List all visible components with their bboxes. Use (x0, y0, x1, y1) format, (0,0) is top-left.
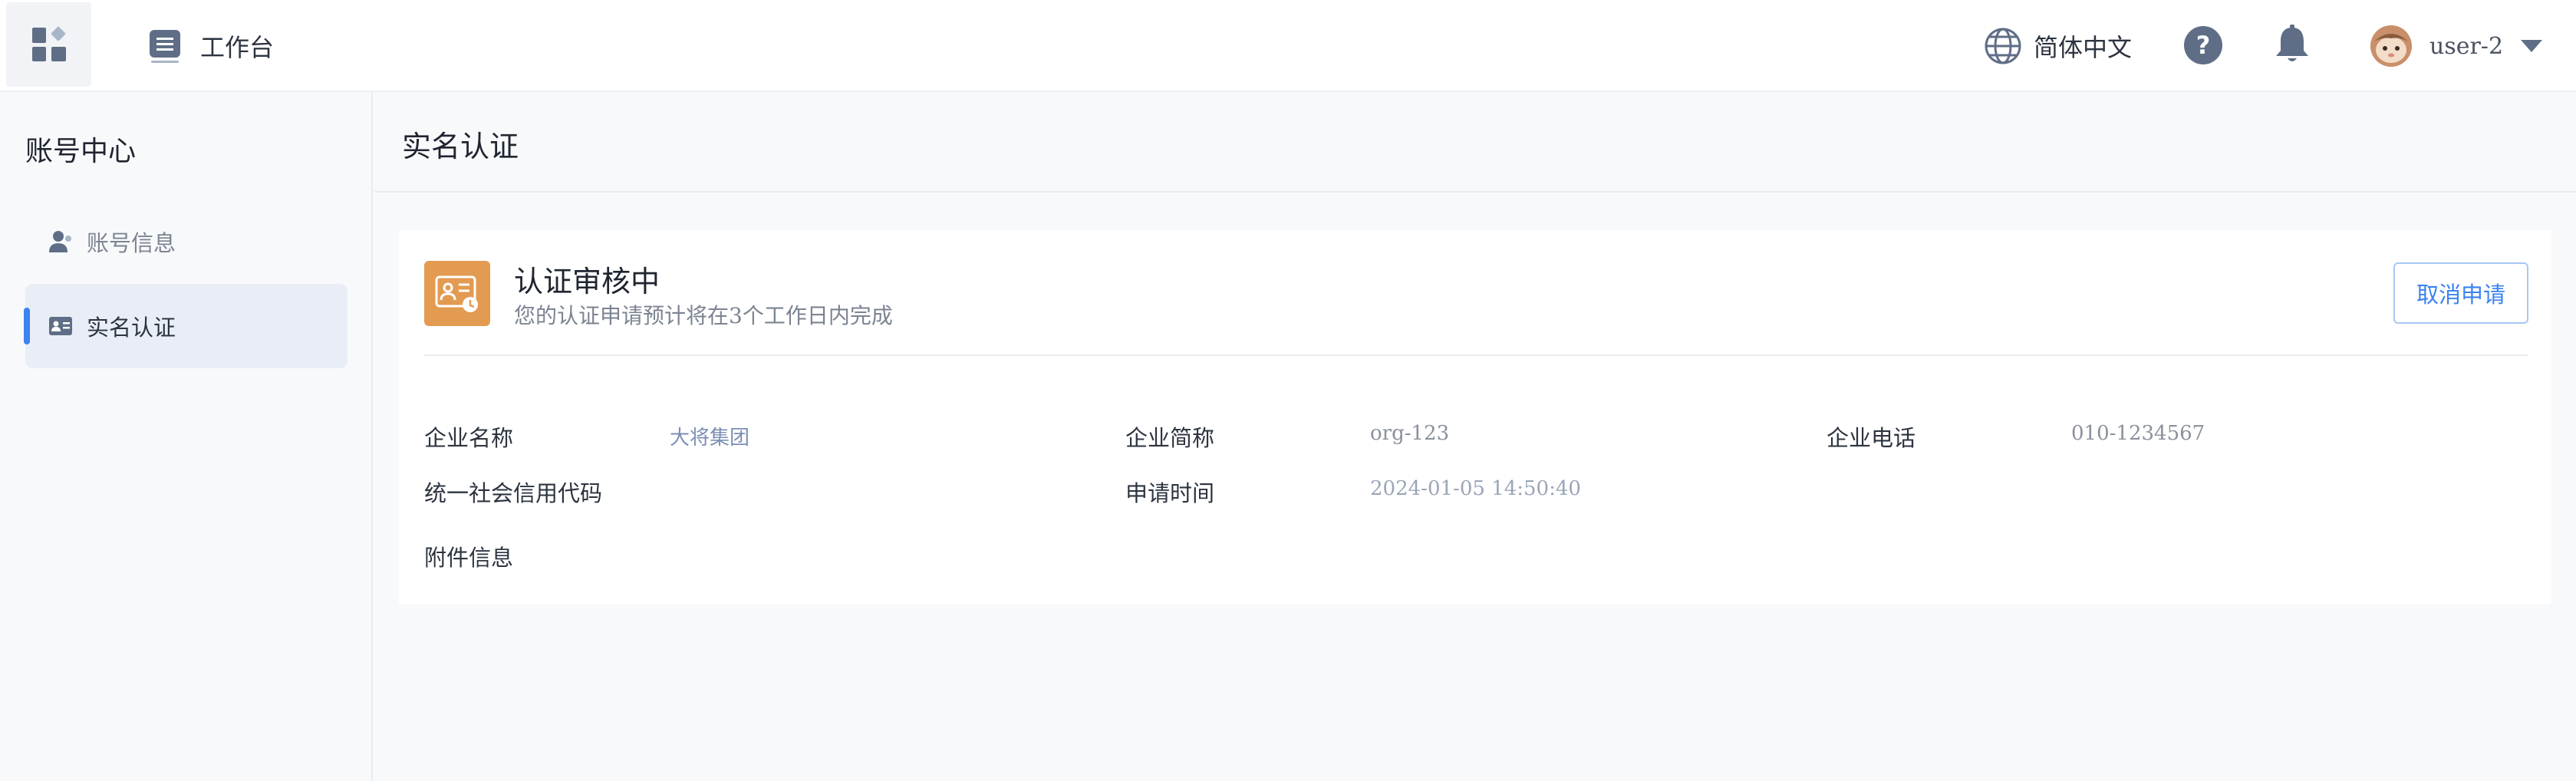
user-menu[interactable]: user-2 (2370, 23, 2543, 69)
user-name: user-2 (2429, 32, 2504, 60)
company-short-name-value: org-123 (1370, 422, 1450, 445)
sidebar-item-account-info[interactable]: 账号信息 (25, 199, 348, 284)
apply-time-label: 申请时间 (1125, 480, 1215, 506)
workbench-nav[interactable]: 工作台 (148, 23, 274, 69)
question-circle-icon: ? (2184, 26, 2222, 64)
top-header: 工作台 简体中文 ? user-2 (0, 0, 2576, 92)
company-phone-value: 010-1234567 (2071, 422, 2205, 445)
page-title: 实名认证 (402, 130, 519, 163)
sidebar-item-label: 实名认证 (87, 315, 176, 341)
id-card-icon (49, 317, 72, 335)
app-menu-button[interactable] (6, 2, 91, 87)
document-icon (150, 30, 180, 63)
notifications-button[interactable] (2273, 23, 2311, 68)
sidebar-item-label: 账号信息 (87, 230, 176, 256)
status-description: 您的认证申请预计将在3个工作日内完成 (514, 303, 893, 328)
divider (374, 191, 2576, 193)
cancel-application-button[interactable]: 取消申请 (2393, 262, 2528, 324)
company-name-value: 大将集团 (670, 427, 750, 450)
globe-icon (1985, 28, 2021, 64)
user-icon (49, 231, 71, 252)
svg-text:?: ? (2196, 31, 2211, 60)
active-indicator (24, 308, 30, 344)
language-switcher[interactable]: 简体中文 (1983, 23, 2132, 69)
apps-grid-icon (31, 26, 66, 61)
caret-down-icon (2521, 40, 2543, 52)
sidebar: 账号中心 账号信息 实名认证 (0, 92, 373, 781)
company-name-label: 企业名称 (424, 425, 514, 451)
bell-icon (2276, 25, 2308, 61)
company-short-name-label: 企业简称 (1125, 425, 1215, 451)
sidebar-item-real-name-auth[interactable]: 实名认证 (24, 284, 348, 368)
attachment-label: 附件信息 (424, 545, 514, 571)
help-button[interactable]: ? (2182, 25, 2224, 69)
language-label: 简体中文 (2034, 33, 2133, 62)
apply-time-value: 2024-01-05 14:50:40 (1370, 477, 1581, 500)
workbench-label: 工作台 (200, 33, 275, 62)
avatar (2370, 25, 2412, 67)
status-title: 认证审核中 (514, 265, 660, 298)
id-card-clock-icon (435, 275, 478, 312)
divider (424, 354, 2528, 356)
status-icon-box (424, 261, 490, 326)
verification-card: 认证审核中 您的认证申请预计将在3个工作日内完成 取消申请 企业名称 大将集团 … (399, 230, 2551, 605)
credit-code-label: 统一社会信用代码 (424, 480, 603, 506)
sidebar-title: 账号中心 (25, 136, 137, 167)
company-phone-label: 企业电话 (1827, 425, 1916, 451)
